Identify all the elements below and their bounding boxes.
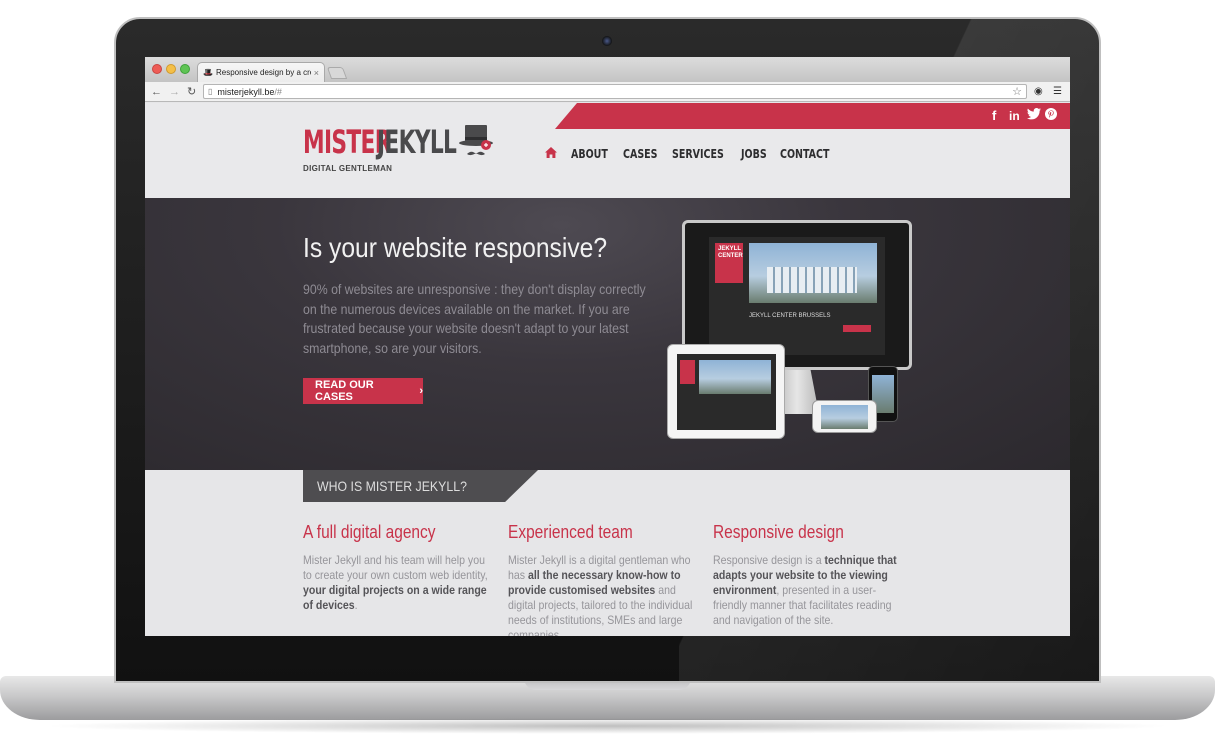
tablet-screen (677, 354, 776, 430)
column-title: A full digital agency (303, 522, 436, 542)
browser-tab[interactable]: 🎩 Responsive design by a crea × (197, 62, 325, 82)
phone-landscape-image (812, 400, 877, 433)
browser-toolbar: ← → ↻ ▯ misterjekyll.be /# ☆ ◉ ☰ (145, 82, 1070, 102)
laptop-shadow (40, 718, 1175, 734)
who-banner-text: WHO IS MISTER JEKYLL? (317, 478, 467, 494)
nav-services[interactable]: SERVICES (672, 147, 724, 161)
column-title: Responsive design (713, 522, 844, 542)
main-nav: ABOUT CASES SERVICES JOBS CONTACT (545, 147, 846, 161)
building-shape (767, 267, 857, 293)
who-section: WHO IS MISTER JEKYLL? A full digital age… (145, 470, 1070, 636)
site-header: f in MISTER JEKYLL DIGITAL GENTLEMAN ABO… (145, 103, 1070, 198)
jekyll-center-label: JEKYLL CENTER (718, 246, 743, 259)
maximize-window-button[interactable] (180, 64, 190, 74)
extension-icon[interactable]: ◉ (1034, 85, 1043, 99)
hat-icon: 🎩 (203, 68, 213, 77)
hero-text: 90% of websites are unresponsive : they … (303, 281, 646, 356)
hero-title: Is your website responsive? (303, 232, 608, 263)
forward-icon[interactable]: → (169, 84, 180, 100)
screen: 🎩 Responsive design by a crea × ← → ↻ ▯ … (145, 57, 1070, 636)
browser-tabbar: 🎩 Responsive design by a crea × (145, 57, 1070, 82)
url-path: /# (274, 86, 282, 97)
column-responsive-design: Responsive design Responsive design is a… (713, 522, 898, 628)
tablet-image (667, 344, 785, 439)
tab-close-icon[interactable]: × (314, 68, 319, 78)
twitter-icon[interactable] (1027, 108, 1041, 124)
address-bar[interactable]: ▯ misterjekyll.be /# ☆ (203, 84, 1027, 99)
column-text: Responsive design is a technique that ad… (713, 553, 897, 627)
tablet-logo (680, 360, 695, 384)
column-digital-agency: A full digital agency Mister Jekyll and … (303, 522, 488, 613)
nav-cases[interactable]: CASES (623, 147, 658, 161)
website: f in MISTER JEKYLL DIGITAL GENTLEMAN ABO… (145, 103, 1070, 636)
monitor-screen: JEKYLL CENTER JEKYLL CENTER BRUSSELS (709, 237, 885, 355)
logo-jekyll[interactable]: JEKYLL (377, 123, 457, 161)
minimize-window-button[interactable] (166, 64, 176, 74)
tab-title: Responsive design by a crea (215, 68, 311, 77)
facebook-icon[interactable]: f (992, 108, 996, 124)
hero-button-label: READ OUR CASES (315, 379, 374, 403)
column-text: Mister Jekyll is a digital gentleman who… (508, 553, 693, 636)
menu-icon[interactable]: ☰ (1053, 85, 1062, 99)
chevron-right-icon: › (419, 385, 423, 397)
nav-about[interactable]: ABOUT (571, 147, 608, 161)
nav-contact[interactable]: CONTACT (780, 147, 829, 161)
camera (602, 36, 612, 46)
url-host: misterjekyll.be (217, 86, 275, 97)
read-our-cases-button[interactable]: READ OUR CASES › (303, 378, 423, 404)
device-caption: JEKYLL CENTER BRUSSELS (749, 313, 831, 319)
top-hat-logo-icon (459, 125, 493, 156)
star-icon[interactable]: ☆ (1012, 85, 1022, 99)
tablet-photo (699, 360, 771, 394)
logo-tagline: DIGITAL GENTLEMAN (303, 164, 393, 173)
back-icon[interactable]: ← (151, 84, 162, 100)
column-title: Experienced team (508, 522, 633, 542)
who-banner: WHO IS MISTER JEKYLL? (303, 470, 538, 502)
page-icon: ▯ (208, 87, 213, 96)
new-tab-button[interactable] (326, 67, 348, 79)
linkedin-icon[interactable]: in (1009, 108, 1020, 124)
column-experienced-team: Experienced team Mister Jekyll is a digi… (508, 522, 693, 636)
phone-landscape-screen (821, 405, 868, 429)
close-window-button[interactable] (152, 64, 162, 74)
device-button (843, 325, 871, 332)
home-icon[interactable] (545, 147, 557, 161)
jekyll-center-logo: JEKYLL CENTER (715, 243, 743, 283)
pinterest-icon[interactable] (1045, 108, 1057, 124)
column-text: Mister Jekyll and his team will help you… (303, 553, 488, 612)
hero-section: Is your website responsive? 90% of websi… (145, 198, 1070, 470)
reload-icon[interactable]: ↻ (187, 84, 196, 100)
nav-jobs[interactable]: JOBS (741, 147, 767, 161)
